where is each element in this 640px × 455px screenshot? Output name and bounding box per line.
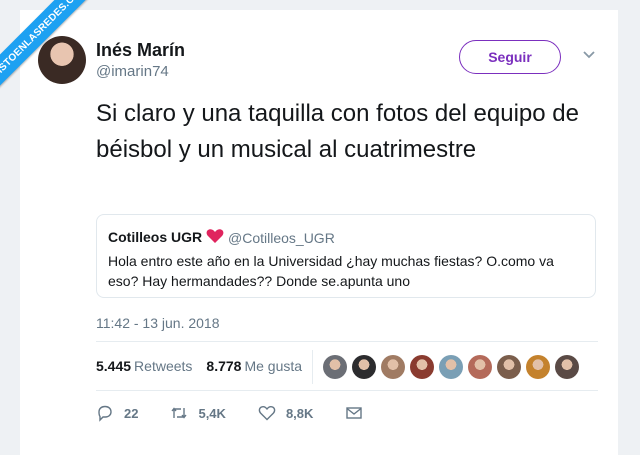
chevron-down-icon[interactable]	[582, 50, 596, 60]
liker-avatar[interactable]	[410, 355, 434, 379]
liker-avatar[interactable]	[526, 355, 550, 379]
liker-avatar[interactable]	[439, 355, 463, 379]
avatar[interactable]	[38, 36, 86, 84]
retweet-button[interactable]: 5,4K	[170, 404, 226, 422]
liker-avatar[interactable]	[352, 355, 376, 379]
stats-separator	[312, 350, 313, 384]
liker-avatar[interactable]	[468, 355, 492, 379]
timestamp[interactable]: 11:42 - 13 jun. 2018	[96, 315, 220, 331]
quoted-tweet[interactable]: Cotilleos UGR @Cotilleos_UGR Hola entro …	[96, 214, 596, 298]
quote-text: Hola entro este año en la Universidad ¿h…	[108, 253, 554, 289]
retweets-label: Retweets	[134, 358, 193, 374]
tweet-text: Si claro y una taquilla con fotos del eq…	[96, 100, 579, 163]
like-heart-icon	[258, 405, 276, 421]
quote-author-name: Cotilleos UGR	[108, 229, 203, 245]
like-button[interactable]: 8,8K	[258, 404, 313, 422]
divider	[96, 341, 598, 342]
direct-message-button[interactable]	[345, 404, 373, 422]
retweet-icon	[171, 407, 188, 419]
retweet-count: 5,4K	[198, 405, 226, 421]
author-name[interactable]: Inés Marín	[96, 40, 185, 61]
quote-author-handle: @Cotilleos_UGR	[228, 230, 335, 246]
liker-avatar[interactable]	[381, 355, 405, 379]
likes-stat[interactable]: 8.778 Me gusta	[206, 358, 302, 374]
heart-emoji-icon	[206, 229, 224, 243]
retweets-count: 5.445	[96, 358, 132, 374]
author-handle[interactable]: @imarin74	[96, 63, 169, 80]
liker-avatar[interactable]	[323, 355, 347, 379]
follow-button[interactable]: Seguir	[459, 40, 561, 74]
liker-avatars	[323, 355, 579, 379]
liker-avatar[interactable]	[555, 355, 579, 379]
action-bar: 22 5,4K 8,8K	[96, 404, 405, 422]
liker-avatar[interactable]	[497, 355, 521, 379]
reply-icon	[98, 405, 112, 422]
likes-count: 8.778	[206, 358, 242, 374]
reply-button[interactable]: 22	[96, 404, 138, 422]
retweets-stat[interactable]: 5.445 Retweets	[96, 358, 192, 374]
envelope-icon	[346, 407, 363, 419]
likes-label: Me gusta	[244, 358, 303, 374]
divider	[96, 390, 598, 391]
reply-count: 22	[124, 405, 139, 421]
engagement-stats: 5.445 Retweets 8.778 Me gusta	[96, 358, 302, 374]
like-count: 8,8K	[285, 405, 314, 421]
